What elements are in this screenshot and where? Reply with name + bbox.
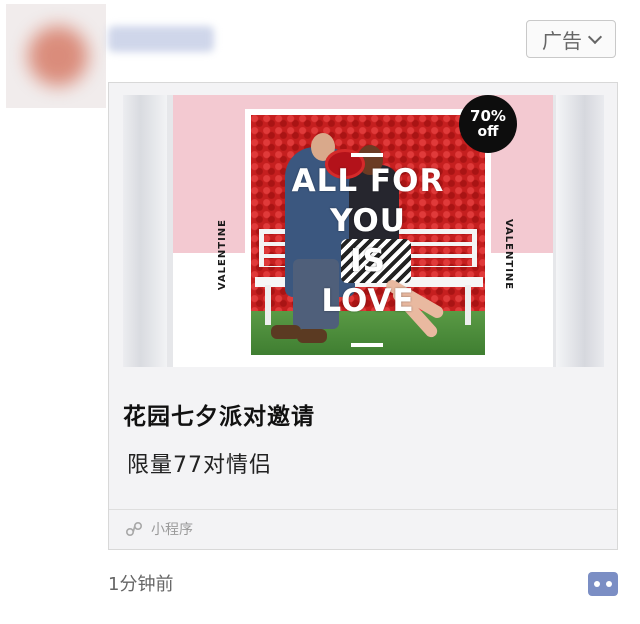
ad-label: 广告 (542, 28, 582, 53)
more-icon[interactable] (588, 572, 618, 596)
discount-badge: 70% off (459, 95, 517, 153)
banner-side-left (123, 95, 167, 367)
mini-program-label: 小程序 (151, 522, 193, 538)
poster-side-text-right: VALENTINE (503, 219, 514, 291)
ad-title: 花园七夕派对邀请 (123, 404, 315, 430)
banner-side-right (556, 95, 604, 367)
post-time: 1分钟前 (108, 574, 174, 595)
valentine-poster: VALENTINE VALENTINE ALL FOR YOU IS LOVE … (173, 95, 553, 367)
ad-label-button[interactable]: 广告 (526, 20, 616, 58)
mini-program-icon (125, 521, 143, 537)
poster-headline: ALL FOR YOU IS LOVE (291, 163, 445, 319)
couple-photo: ALL FOR YOU IS LOVE (245, 109, 491, 361)
nickname-blurred[interactable] (108, 26, 214, 52)
avatar[interactable] (6, 4, 106, 108)
poster-side-text-left: VALENTINE (217, 219, 228, 291)
ad-card[interactable]: VALENTINE VALENTINE ALL FOR YOU IS LOVE … (108, 82, 618, 550)
mini-program-source[interactable]: 小程序 (125, 515, 193, 543)
chevron-down-icon (587, 29, 603, 45)
card-divider (109, 509, 617, 510)
ad-banner-image[interactable]: VALENTINE VALENTINE ALL FOR YOU IS LOVE … (123, 95, 604, 367)
ad-subtitle: 限量77对情侣 (127, 453, 272, 478)
